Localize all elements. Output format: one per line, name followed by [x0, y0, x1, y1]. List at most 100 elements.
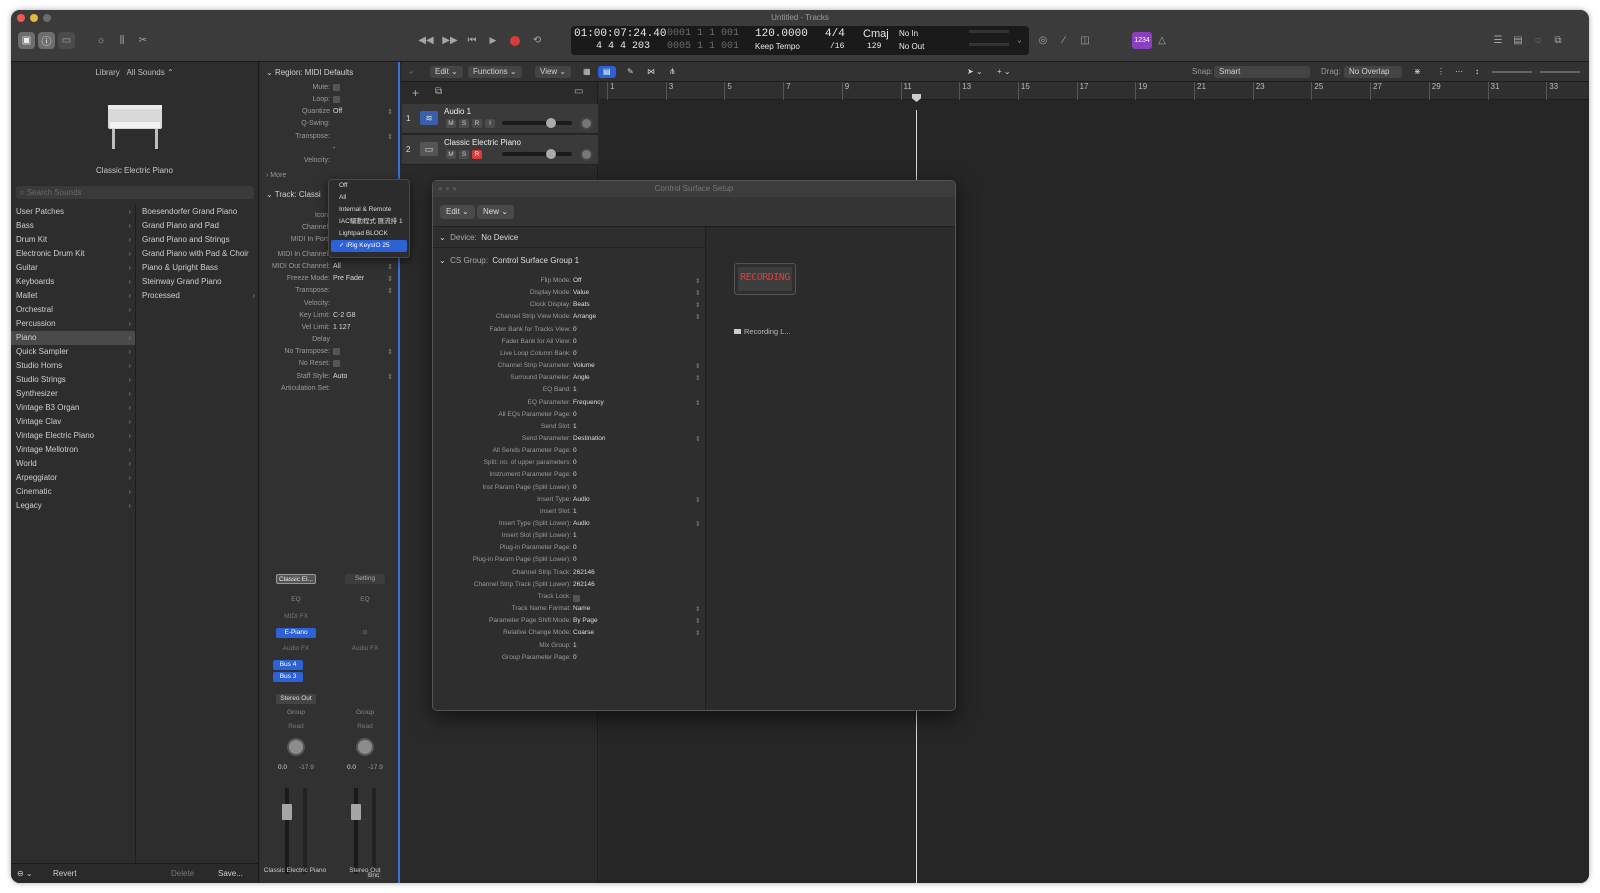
- patch-item[interactable]: Grand Piano with Pad & Choir: [136, 247, 259, 261]
- menu-item[interactable]: Internal & Remote: [329, 204, 409, 216]
- cs-parameter-row[interactable]: All Sends Parameter Page: 0: [433, 447, 706, 459]
- playhead-handle[interactable]: [912, 94, 921, 102]
- device-section-header[interactable]: ⌄ Device: No Device: [439, 233, 518, 242]
- catch-icon[interactable]: ▤: [598, 66, 616, 78]
- inspector-row[interactable]: -: [260, 145, 400, 157]
- category-item[interactable]: Studio Strings ›: [11, 373, 135, 387]
- dialog-window-controls[interactable]: ● ● ●: [438, 181, 457, 197]
- library-toggle-icon[interactable]: ▣: [18, 32, 35, 49]
- add-tool-icon[interactable]: + ⌄: [992, 66, 1016, 78]
- cs-parameter-row[interactable]: Parameter Page Shift Mode: By Page ⇕: [433, 617, 706, 629]
- ruler[interactable]: 1 3 5 7 9 11 13 15 17 19 21 23 25 27 29 31 33: [599, 82, 1589, 100]
- eq-button[interactable]: EQ: [345, 595, 385, 605]
- category-item[interactable]: World ›: [11, 457, 135, 471]
- inspector-row[interactable]: Staff Style: Auto ⇕: [260, 373, 400, 385]
- stepper-icon[interactable]: ⇕: [695, 301, 700, 309]
- go-to-beginning-icon[interactable]: ⏮: [464, 32, 480, 49]
- stepper-icon[interactable]: ⇕: [695, 399, 700, 407]
- edit-menu[interactable]: Edit ⌄: [430, 66, 463, 78]
- list-editors-icon[interactable]: ☰: [1491, 32, 1505, 49]
- cs-parameter-row[interactable]: Channel Strip Track: 262146: [433, 569, 706, 581]
- editors-icon[interactable]: ✂: [135, 32, 151, 49]
- link-icon[interactable]: ⊙: [345, 628, 385, 638]
- cs-parameter-row[interactable]: EQ Band: 1: [433, 386, 706, 398]
- stepper-icon[interactable]: ⇕: [695, 617, 700, 625]
- send-slot-1[interactable]: Bus 4: [273, 660, 303, 670]
- inspector-toggle-icon[interactable]: ⓘ: [38, 32, 55, 49]
- grid-view-icon[interactable]: ▦: [578, 66, 596, 78]
- output-slot[interactable]: Stereo Out: [276, 694, 316, 704]
- track-pan-knob[interactable]: [580, 117, 593, 130]
- category-item[interactable]: Synthesizer ›: [11, 387, 135, 401]
- category-item[interactable]: Cinematic ›: [11, 485, 135, 499]
- inspector-row[interactable]: Transpose: ⇕: [260, 133, 400, 145]
- checkbox[interactable]: [333, 360, 340, 368]
- track-r-button[interactable]: R: [472, 119, 482, 128]
- add-track-icon[interactable]: +: [412, 86, 419, 100]
- track-pan-knob[interactable]: [580, 148, 593, 161]
- division[interactable]: /16: [830, 42, 844, 51]
- inspector-row[interactable]: No Transpose: ⇕: [260, 348, 400, 360]
- replace-icon[interactable]: ◎: [1035, 32, 1051, 49]
- stepper-icon[interactable]: ⇕: [695, 629, 700, 637]
- cs-parameter-row[interactable]: Inst Param Page (Split Lower): 0: [433, 484, 706, 496]
- checkbox[interactable]: [333, 348, 340, 356]
- menu-item[interactable]: ✓ iRig KeysIO 25: [331, 240, 407, 252]
- mixer-icon[interactable]: ⫼: [114, 32, 130, 49]
- stepper-icon[interactable]: ⇕: [695, 374, 700, 382]
- automation-mode[interactable]: Read: [345, 722, 385, 732]
- functions-menu[interactable]: Functions ⌄: [468, 66, 522, 78]
- track-s-button[interactable]: S: [459, 150, 469, 159]
- cs-parameter-row[interactable]: Clock Display: Beats ⇕: [433, 301, 706, 313]
- loop-browser-icon[interactable]: ◌: [1531, 32, 1545, 49]
- track-header[interactable]: 2 ▭ Classic Electric Piano M S R: [402, 135, 598, 165]
- cs-parameter-row[interactable]: Flip Mode: Off ⇕: [433, 277, 706, 289]
- pencil-tool-icon[interactable]: ✎: [622, 66, 639, 78]
- pan-knob[interactable]: [287, 738, 305, 756]
- lcd-menu-chevron-icon[interactable]: ⌄: [1017, 35, 1022, 45]
- stepper-icon[interactable]: ⇕: [695, 277, 700, 285]
- category-item[interactable]: Bass ›: [11, 219, 135, 233]
- cs-group-section-header[interactable]: ⌄ CS Group: Control Surface Group 1: [439, 256, 579, 265]
- patch-item[interactable]: Boesendorfer Grand Piano: [136, 205, 259, 219]
- count-in-badge[interactable]: 1234: [1132, 32, 1152, 49]
- slider-knob[interactable]: [546, 149, 556, 159]
- view-menu[interactable]: View ⌄: [535, 66, 572, 78]
- track-s-button[interactable]: S: [459, 119, 469, 128]
- midi-fx-slot[interactable]: MIDI FX: [276, 612, 316, 622]
- zoom-toggle-icon[interactable]: ↕: [1470, 66, 1484, 78]
- snap-popup[interactable]: Smart: [1214, 66, 1310, 78]
- flex-icon[interactable]: ⋈: [642, 66, 660, 78]
- patch-item[interactable]: Grand Piano and Strings: [136, 233, 259, 247]
- category-item[interactable]: Drum Kit ›: [11, 233, 135, 247]
- stepper-icon[interactable]: ⇕: [387, 263, 393, 271]
- stepper-icon[interactable]: ⇕: [695, 362, 700, 370]
- track-r-button[interactable]: R: [472, 150, 482, 159]
- category-item[interactable]: Vintage Electric Piano ›: [11, 429, 135, 443]
- menu-item[interactable]: All: [329, 192, 409, 204]
- patch-item[interactable]: Piano & Upright Bass: [136, 261, 259, 275]
- horizontal-zoom-slider[interactable]: [1540, 71, 1580, 73]
- record-icon[interactable]: [507, 32, 523, 49]
- inspector-row[interactable]: Quantize Off ⇕: [260, 108, 400, 120]
- inspector-row[interactable]: Key Limit: C-2 G8: [260, 312, 400, 324]
- setting-button[interactable]: Setting: [345, 574, 385, 584]
- audio-fx-slot[interactable]: Audio FX: [345, 644, 385, 654]
- cs-parameter-row[interactable]: Live Loop Column Bank: 0: [433, 350, 706, 362]
- cs-parameter-row[interactable]: Insert Slot: 1: [433, 508, 706, 520]
- category-item[interactable]: Orchestral ›: [11, 303, 135, 317]
- inspector-row[interactable]: MIDI Out Channel: All ⇕: [260, 263, 400, 275]
- stepper-icon[interactable]: ⇕: [387, 275, 393, 283]
- vertical-zoom-slider[interactable]: [1492, 71, 1532, 73]
- solo-icon[interactable]: ◫: [1077, 32, 1093, 49]
- region-section-header[interactable]: ⌄ Region: MIDI Defaults: [266, 68, 353, 77]
- lcd-display[interactable]: 01:00:07:24.40 0001 1 1 001 4 4 4 203 00…: [571, 26, 1029, 55]
- cs-parameter-row[interactable]: EQ Parameter: Frequency ⇕: [433, 399, 706, 411]
- slider-knob[interactable]: [546, 118, 556, 128]
- send-slot-2[interactable]: Bus 3: [273, 672, 303, 682]
- time-signature[interactable]: 4/4: [825, 28, 845, 40]
- back-arrow-icon[interactable]: ⤶: [404, 66, 418, 78]
- patch-item[interactable]: Processed ›: [136, 289, 259, 303]
- tempo-mode[interactable]: Keep Tempo: [755, 42, 800, 51]
- cs-parameter-row[interactable]: Group Parameter Page: 0: [433, 654, 706, 666]
